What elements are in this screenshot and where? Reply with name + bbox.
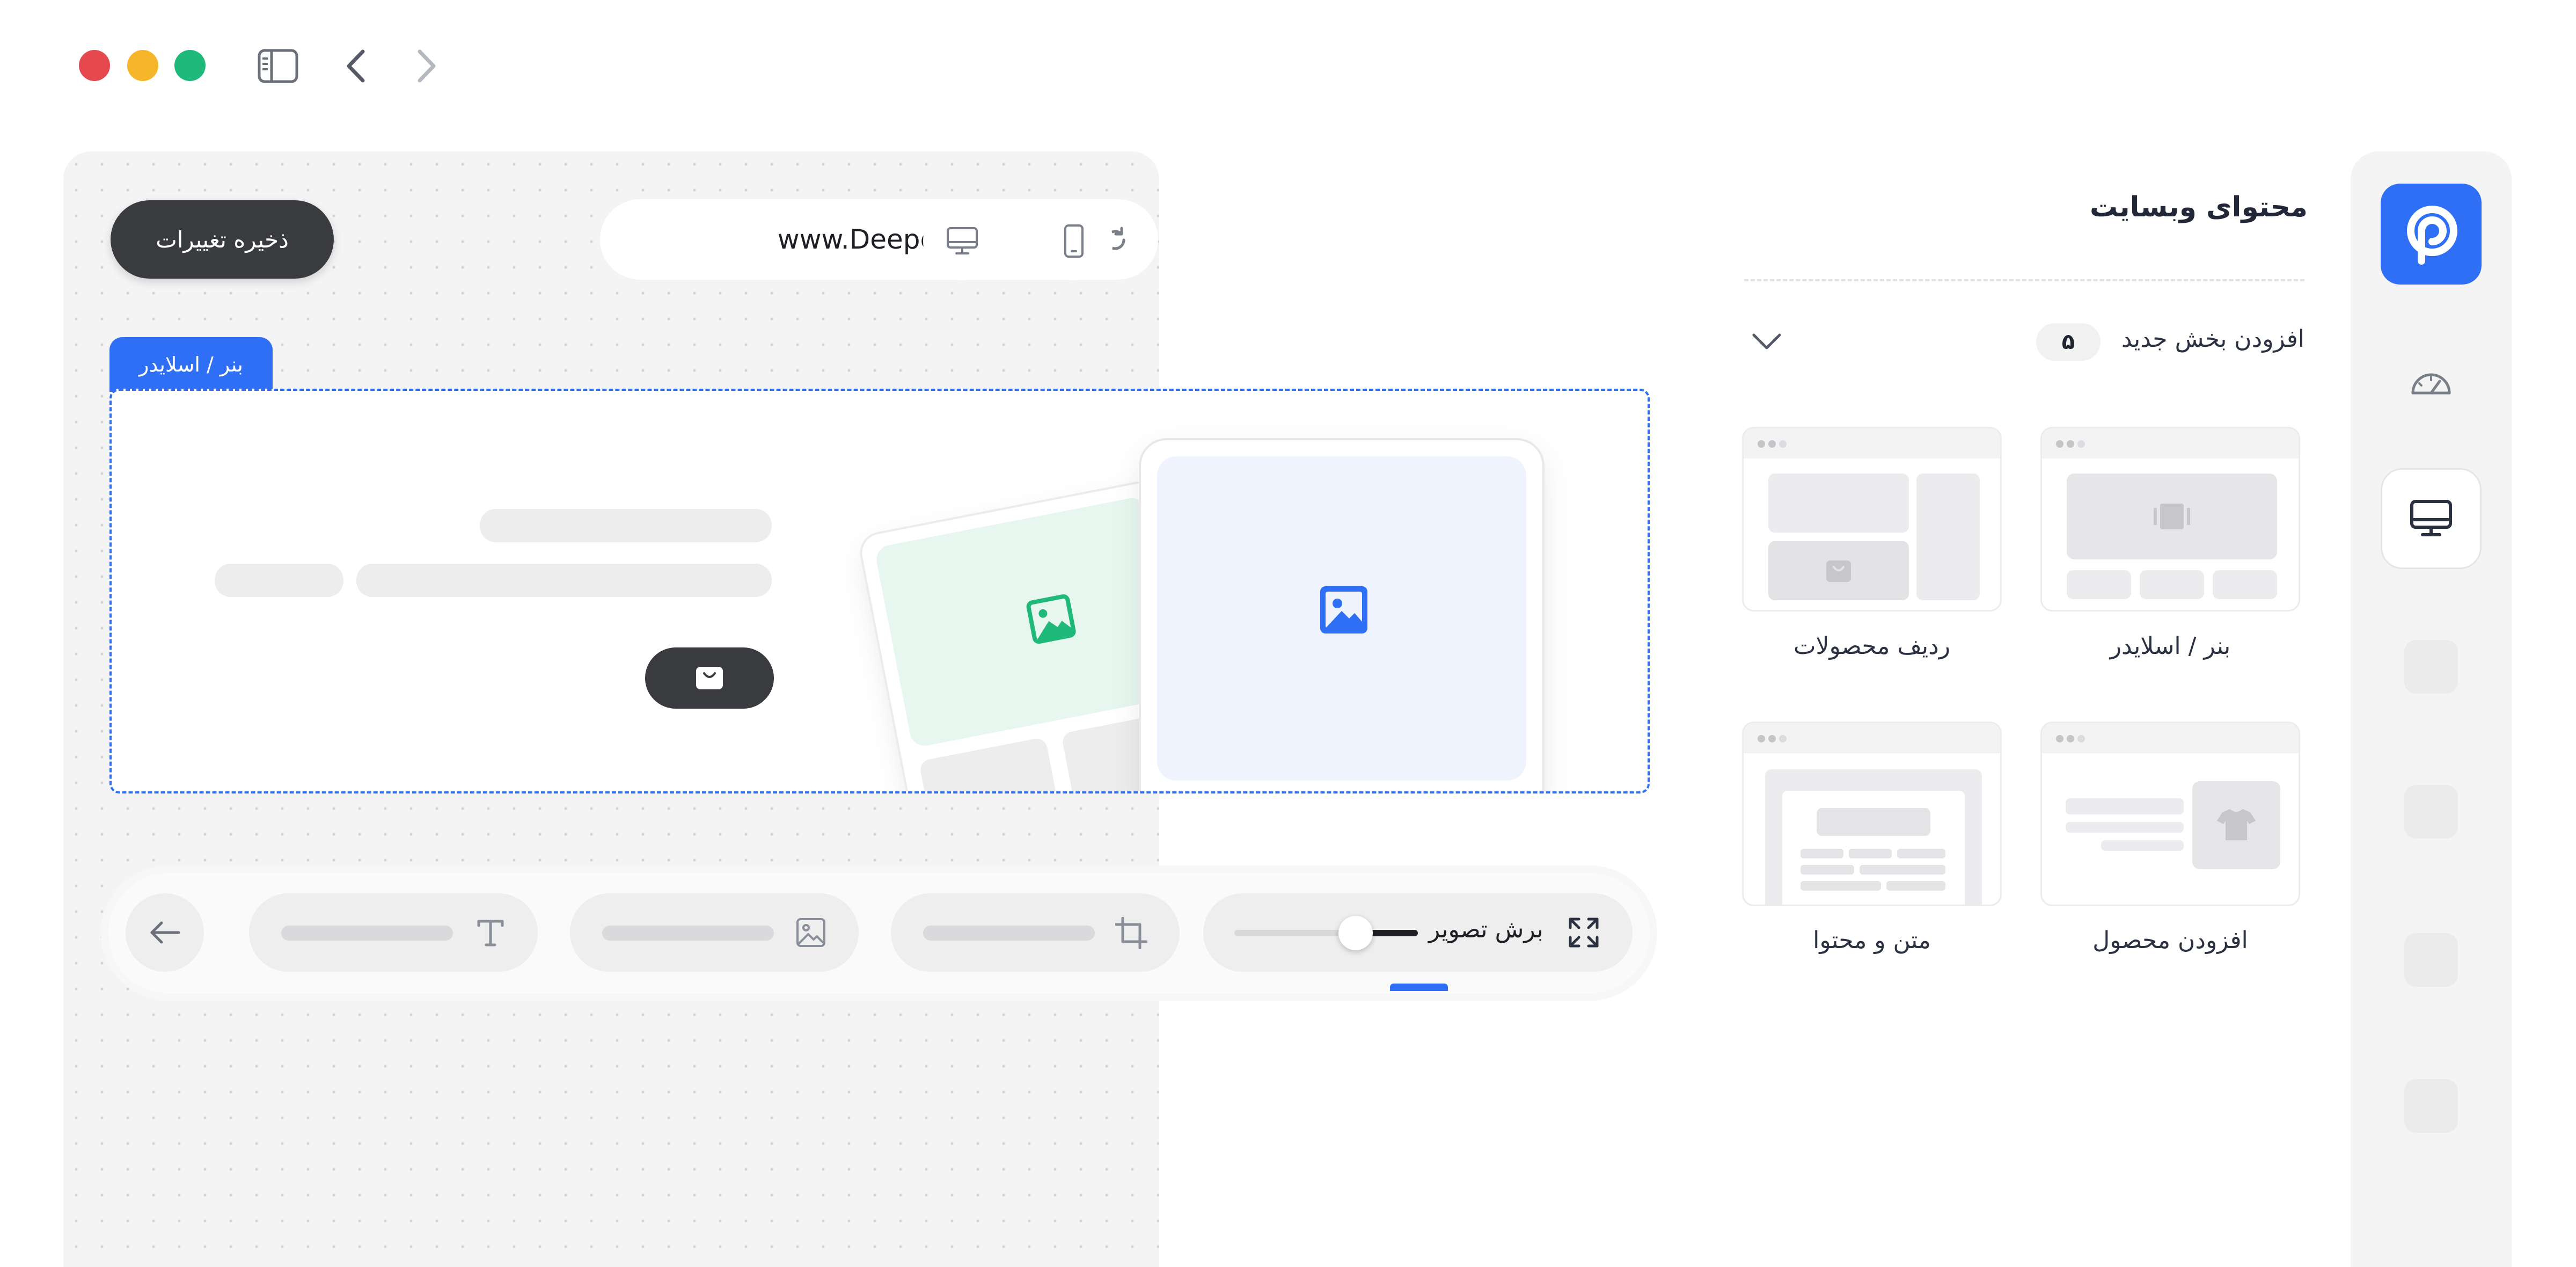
add-section-row[interactable]: افزودن بخش جدید ۵	[1744, 316, 2304, 369]
banner-tab-label: بنر / اسلایدر	[139, 353, 243, 376]
subtitle-placeholder-short	[215, 564, 343, 597]
crop-icon	[1115, 917, 1147, 949]
close-window-dot[interactable]	[79, 50, 110, 81]
active-tool-indicator	[1390, 984, 1448, 991]
logo-icon	[2407, 206, 2457, 265]
desktop-icon	[2410, 500, 2452, 536]
mobile-view-button[interactable]	[1035, 202, 1113, 280]
sidebar-item-placeholder[interactable]	[2404, 640, 2458, 694]
editor-canvas: ذخیره تغییرات www.Deepen.ir بنر / اسلاید…	[63, 151, 1657, 1267]
app-sidebar	[2351, 151, 2512, 1267]
chevron-right-icon[interactable]	[413, 48, 439, 86]
section-card-add-product[interactable]	[2040, 722, 2300, 906]
add-section-label: افزودن بخش جدید	[2121, 325, 2304, 353]
shirt-icon	[2217, 809, 2256, 840]
crop-image-control: برش تصویر	[1203, 893, 1633, 972]
mobile-icon	[1064, 224, 1084, 258]
desktop-icon	[947, 227, 978, 254]
section-card-product-row[interactable]	[1742, 427, 2002, 611]
headline-placeholder	[480, 509, 772, 542]
shopping-bag-icon	[696, 667, 723, 689]
desktop-view-button[interactable]	[923, 202, 1001, 280]
expand-icon[interactable]	[1568, 917, 1599, 948]
shop-button[interactable]	[645, 647, 774, 709]
slider-icon	[2154, 504, 2190, 529]
image-icon	[1024, 592, 1079, 649]
crop-slider-thumb[interactable]	[1338, 916, 1373, 950]
sidebar-item-placeholder[interactable]	[2404, 1079, 2458, 1133]
section-count-badge: ۵	[2036, 323, 2101, 361]
back-arrow-icon	[150, 921, 180, 944]
subtitle-placeholder	[356, 564, 772, 597]
dashboard-nav-button[interactable]	[2404, 355, 2458, 409]
maximize-window-dot[interactable]	[174, 50, 206, 81]
crop-image-label: برش تصویر	[1429, 916, 1543, 943]
sidebar-item-placeholder[interactable]	[2404, 933, 2458, 987]
save-changes-label: ذخیره تغییرات	[156, 226, 289, 253]
sidebar-item-placeholder[interactable]	[2404, 785, 2458, 839]
website-nav-button[interactable]	[2381, 468, 2482, 569]
section-card-banner-label: بنر / اسلایدر	[2110, 632, 2231, 660]
sidebar-toggle-icon[interactable]	[258, 49, 298, 85]
text-icon	[477, 920, 504, 946]
dashboard-gauge-icon	[2411, 373, 2451, 395]
section-card-text-content[interactable]	[1742, 722, 2002, 906]
logo-button[interactable]	[2381, 184, 2482, 285]
panel-divider	[1744, 279, 2304, 281]
text-tool-pill[interactable]	[249, 893, 538, 972]
chevron-left-icon[interactable]	[343, 48, 369, 86]
section-card-banner[interactable]	[2040, 427, 2300, 611]
image-icon	[1318, 584, 1370, 638]
image-icon	[796, 918, 825, 947]
section-card-add-product-label: افزودن محصول	[2092, 927, 2248, 954]
section-card-product-row-label: ردیف محصولات	[1794, 632, 1950, 660]
banner-section-frame[interactable]	[109, 389, 1650, 793]
panel-title: محتوای وبسایت	[2090, 191, 2308, 223]
image-tool-pill[interactable]	[570, 893, 859, 972]
shopping-bag-icon	[1826, 560, 1851, 582]
banner-section-tab[interactable]: بنر / اسلایدر	[109, 337, 273, 392]
crop-tool-pill[interactable]	[891, 893, 1180, 972]
section-card-text-content-label: متن و محتوا	[1813, 927, 1931, 954]
save-changes-button[interactable]: ذخیره تغییرات	[111, 200, 334, 279]
chevron-down-icon[interactable]	[1752, 332, 1782, 351]
back-button[interactable]	[126, 893, 204, 972]
crop-slider-track[interactable]	[1234, 916, 1418, 950]
minimize-window-dot[interactable]	[127, 50, 158, 81]
